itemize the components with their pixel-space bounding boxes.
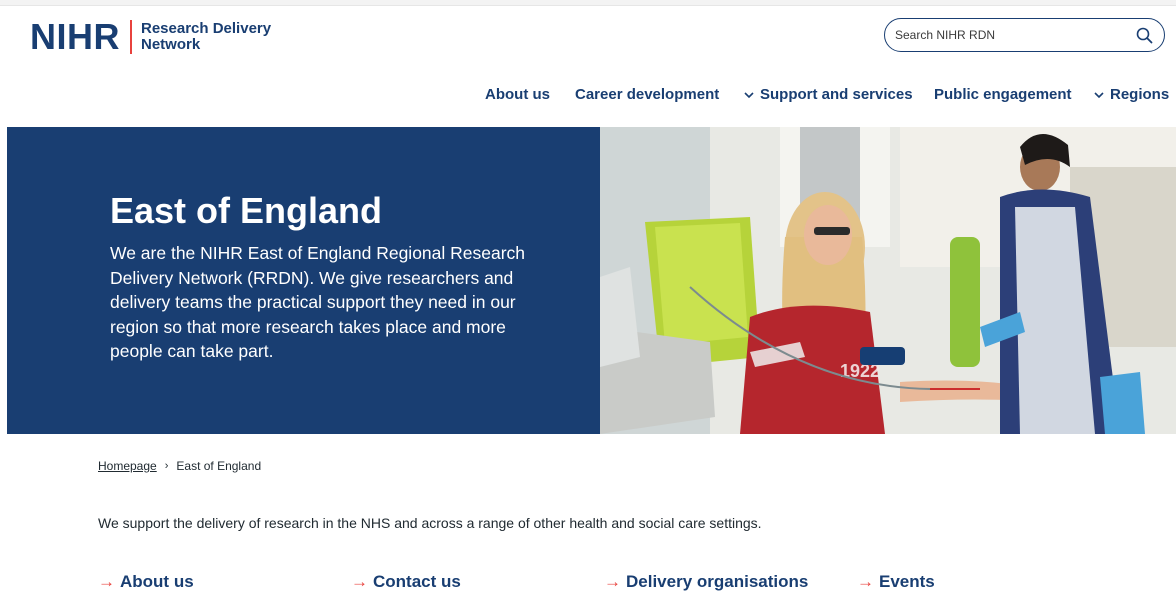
nav-support-and-services-label: Support and services (760, 86, 913, 103)
page-title: East of England (110, 190, 383, 231)
logo-line-2: Network (141, 36, 201, 53)
chevron-down-icon (1093, 89, 1105, 101)
logo-text: Research Delivery Network (141, 21, 271, 53)
search-box (884, 18, 1165, 52)
nav-about-us-label: About us (485, 86, 550, 103)
nav-support-and-services[interactable]: Support and services (743, 86, 913, 103)
hero-text-panel: East of England We are the NIHR East of … (7, 127, 600, 434)
breadcrumb-current: East of England (176, 459, 262, 473)
nav-public-engagement-label: Public engagement (934, 86, 1072, 103)
nav-about-us[interactable]: About us (485, 86, 550, 103)
chevron-down-icon (743, 89, 755, 101)
quick-link-events[interactable]: → Events (857, 572, 935, 592)
arrow-right-icon: → (98, 572, 115, 591)
hero-photo: 1922 (600, 127, 1176, 434)
nav-public-engagement[interactable]: Public engagement (934, 86, 1072, 103)
quick-links: → About us → Contact us → Delivery organ… (0, 572, 1176, 593)
logo-divider (130, 20, 132, 54)
breadcrumb-home-link[interactable]: Homepage (98, 459, 157, 473)
arrow-right-icon: → (604, 572, 621, 591)
nav-regions-label: Regions (1110, 86, 1170, 103)
hero-description: We are the NIHR East of England Regional… (110, 243, 526, 361)
search-icon[interactable] (1134, 25, 1154, 45)
breadcrumb: Homepage › East of England (98, 459, 261, 473)
top-border (0, 0, 1176, 6)
main-nav: About us Career development Support and … (0, 86, 1176, 106)
nav-regions[interactable]: Regions (1093, 86, 1169, 103)
logo-line-1: Research Delivery (141, 20, 272, 37)
chevron-right-icon: › (164, 460, 169, 472)
logo-mark: NIHR (30, 16, 120, 57)
search-input[interactable] (895, 28, 1134, 42)
arrow-right-icon: → (857, 572, 874, 591)
hero-banner: East of England We are the NIHR East of … (7, 127, 1176, 434)
nav-career-development[interactable]: Career development (575, 86, 719, 103)
intro-text: We support the delivery of research in t… (98, 515, 762, 531)
arrow-right-icon: → (351, 572, 368, 591)
quick-link-label: Delivery organisations (626, 572, 809, 591)
nihr-logo[interactable]: NIHR Research Delivery Network (30, 18, 271, 56)
quick-link-label: Events (879, 572, 935, 591)
quick-link-delivery-organisations[interactable]: → Delivery organisations (604, 572, 808, 592)
quick-link-label: Contact us (373, 572, 461, 591)
quick-link-label: About us (120, 572, 194, 591)
nav-career-development-label: Career development (575, 86, 720, 103)
quick-link-contact-us[interactable]: → Contact us (351, 572, 461, 592)
quick-link-about-us[interactable]: → About us (98, 572, 194, 592)
